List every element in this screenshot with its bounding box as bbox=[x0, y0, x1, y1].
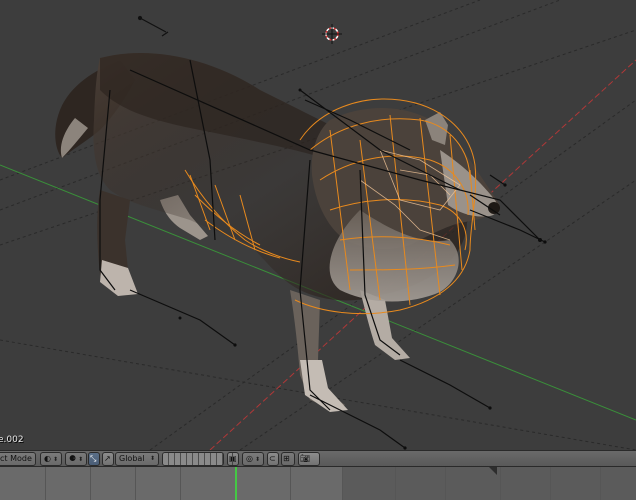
header-separator bbox=[232, 453, 233, 465]
timeline-tick bbox=[290, 467, 291, 500]
pivot-point-button[interactable]: ⚈ ⬍ bbox=[65, 452, 87, 466]
3d-cursor-icon[interactable] bbox=[322, 24, 342, 44]
updown-arrows-icon: ⬍ bbox=[254, 456, 261, 463]
viewport-shading-icon: ◐ bbox=[44, 454, 51, 463]
camera-icon: 📷︎ bbox=[300, 454, 311, 463]
timeline-tick bbox=[445, 467, 446, 500]
magnet-icon: ⊂ bbox=[269, 454, 276, 463]
lock-layers-button[interactable]: ▣ bbox=[227, 452, 239, 466]
timeline-tick bbox=[180, 467, 181, 500]
current-frame-indicator[interactable] bbox=[235, 467, 237, 500]
manipulator-icon: ⤡ bbox=[90, 454, 97, 463]
lamp-object[interactable] bbox=[137, 15, 169, 37]
timeline-tick bbox=[342, 467, 343, 500]
viewport-canvas bbox=[0, 0, 636, 450]
timeline-tick bbox=[550, 467, 551, 500]
orientation-label: Global bbox=[119, 454, 145, 463]
viewport-shading-button[interactable]: ◐ ⬍ bbox=[40, 452, 62, 466]
timeline-tick bbox=[45, 467, 46, 500]
timeline-tick bbox=[395, 467, 396, 500]
layer-buttons[interactable] bbox=[162, 452, 224, 466]
snap-toggle[interactable]: ⊂ bbox=[267, 452, 279, 466]
timeline-tick bbox=[500, 467, 501, 500]
proportional-edit-icon: ◎ bbox=[246, 454, 253, 463]
translate-manipulator-button[interactable]: ↗ bbox=[102, 452, 114, 466]
mode-label: ct Mode bbox=[0, 454, 32, 463]
timeline-tick bbox=[90, 467, 91, 500]
proportional-edit-button[interactable]: ◎ ⬍ bbox=[242, 452, 264, 466]
updown-arrows-icon: ⬍ bbox=[52, 456, 59, 463]
area-split-corner[interactable] bbox=[489, 467, 497, 475]
pivot-icon: ⚈ bbox=[69, 454, 77, 463]
orientation-selector[interactable]: Global ⬍ bbox=[115, 452, 159, 466]
snap-element-button[interactable]: ⊞ bbox=[281, 452, 295, 466]
viewport-header: ct Mode ◐⬍ ⚈⬍ ⤡ ↗ Global⬍ ▣ ◎⬍ ⊂ ⊞ 📷︎ bbox=[0, 450, 636, 467]
mode-selector[interactable]: ct Mode bbox=[0, 452, 36, 466]
manipulator-toggle[interactable]: ⤡ bbox=[88, 452, 100, 466]
active-object-name: e.002 bbox=[0, 435, 24, 445]
3d-viewport[interactable]: e.002 bbox=[0, 0, 636, 450]
layer-grid bbox=[163, 453, 223, 465]
timeline-tick bbox=[135, 467, 136, 500]
updown-arrows-icon: ⬍ bbox=[78, 456, 84, 463]
snap-element-icon: ⊞ bbox=[283, 454, 290, 463]
timeline-area[interactable] bbox=[0, 467, 636, 500]
updown-arrows-icon: ⬍ bbox=[149, 455, 155, 462]
render-buttons[interactable]: 📷︎ bbox=[298, 452, 320, 466]
translate-icon: ↗ bbox=[104, 454, 111, 463]
timeline-tick bbox=[600, 467, 601, 500]
